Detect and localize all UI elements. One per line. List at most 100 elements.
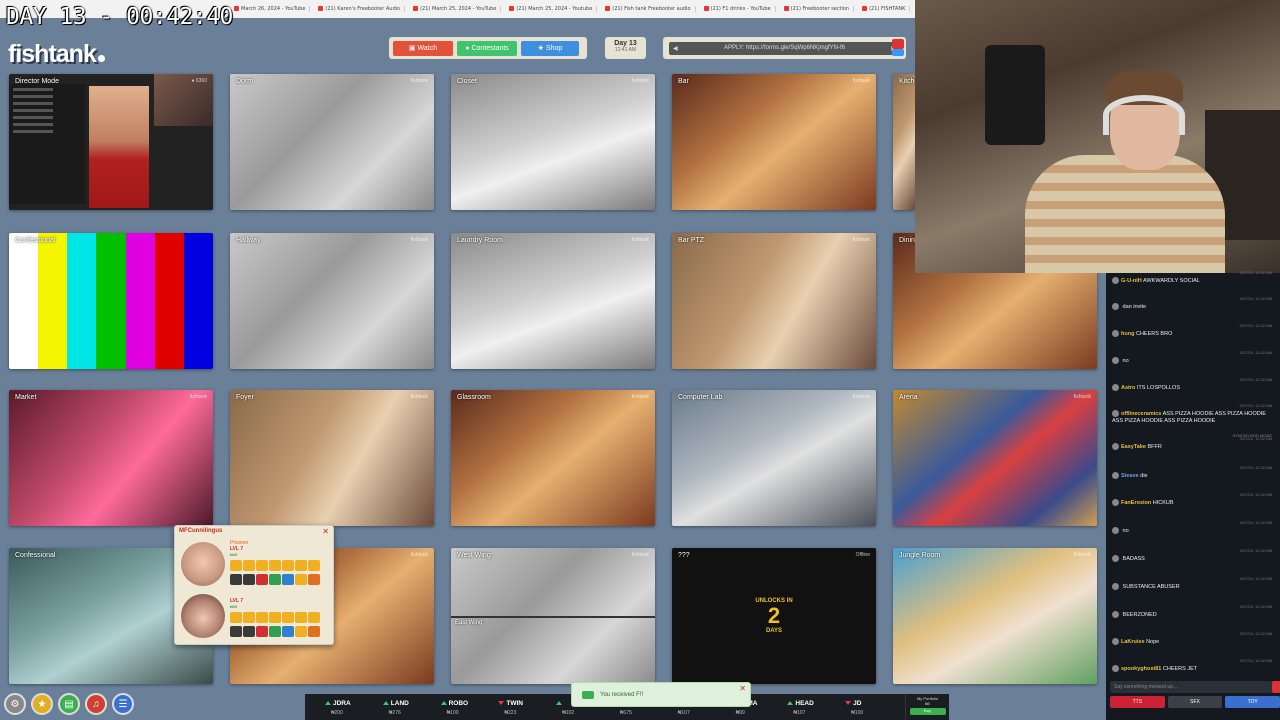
camera-feed[interactable]: ??? Offline UNLOCKS IN 2 DAYS (672, 548, 876, 684)
notification-badge[interactable] (892, 39, 904, 49)
chat-message[interactable]: EasyTake BFFR 3/27/24, 12:42 AM (1112, 436, 1272, 451)
camera-feed[interactable]: Director Mode ● 6360 (9, 74, 213, 210)
chat-message[interactable]: SUBSTANCE ABUSER 3/27/24, 12:42 AM (1112, 576, 1272, 591)
action-icon[interactable] (308, 626, 320, 637)
action-icon[interactable] (295, 612, 307, 623)
camera-feed[interactable]: Glassroom fishtank (451, 390, 655, 526)
stock-item[interactable]: HEAD ₦107 (787, 695, 847, 719)
apply-link[interactable]: ◀ APPLY: https://forms.gle/SqWp6NKjmgfYN… (669, 41, 900, 55)
action-icon[interactable] (230, 626, 242, 637)
chat-send-button[interactable] (1272, 681, 1280, 693)
camera-feed[interactable]: Closet fishtank (451, 74, 655, 210)
chat-username[interactable]: G-U-niH (1121, 278, 1142, 284)
action-icon[interactable] (230, 560, 242, 571)
camera-feed[interactable]: Confessional (9, 233, 213, 369)
sfx-button[interactable]: SFX (1167, 696, 1223, 708)
action-icon[interactable] (295, 560, 307, 571)
action-icon[interactable] (243, 612, 255, 623)
chat-message[interactable]: no 3/27/24, 12:42 AM (1112, 520, 1272, 535)
avatar[interactable] (181, 594, 225, 638)
contestant-row[interactable]: LVL 7 ₦58 (178, 590, 332, 642)
action-icon[interactable] (256, 626, 268, 637)
camera-feed[interactable]: Foyer fishtank (230, 390, 434, 526)
camera-feed[interactable]: Arena fishtank (893, 390, 1097, 526)
items-button[interactable]: ★ (31, 693, 53, 715)
chat-message[interactable]: BEERZONED 3/27/24, 12:42 AM (1112, 604, 1272, 619)
browser-tab[interactable]: (21) FISHTANK (858, 6, 911, 12)
camera-feed[interactable]: Laundry Room fishtank (451, 233, 655, 369)
action-icon[interactable] (282, 612, 294, 623)
chat-username[interactable]: FanErosion (1121, 500, 1151, 506)
chat-username[interactable]: Astro (1121, 385, 1135, 391)
chat-username[interactable]: offlineceramics (1121, 411, 1161, 417)
portfolio-buy-button[interactable]: Buy (909, 708, 946, 715)
camera-feed[interactable]: Market fishtank (9, 390, 213, 526)
chat-message[interactable]: spookyghost81 CHEERS JET 3/27/24, 12:42 A… (1112, 658, 1272, 673)
chat-message[interactable]: dan invite 3/27/24, 12:42 AM (1112, 296, 1272, 311)
chat-message[interactable]: FanErosion HICKUB 3/27/24, 12:42 AM (1112, 492, 1272, 507)
action-icon[interactable] (282, 560, 294, 571)
camera-feed[interactable]: Hallway fishtank (230, 233, 434, 369)
camera-feed[interactable]: Computer Lab fishtank (672, 390, 876, 526)
camera-feed[interactable]: Bar PTZ fishtank (672, 233, 876, 369)
action-icon[interactable] (243, 560, 255, 571)
action-icon[interactable] (243, 626, 255, 637)
toy-button[interactable]: TOY (1225, 696, 1280, 708)
browser-tab[interactable]: March 26, 2024 - YouTube (230, 6, 311, 12)
tts-button[interactable]: TTS (1110, 696, 1165, 708)
chat-message[interactable]: offlineceramics ASS PIZZA HOODIE ASS PIZ… (1112, 403, 1272, 425)
chat-message[interactable]: Steave die 3/27/24, 12:42 AM (1112, 465, 1272, 480)
stocks-button[interactable]: ▤ (58, 693, 80, 715)
stock-item[interactable]: JD ₦100 (845, 695, 905, 719)
prev-arrow-icon[interactable]: ◀ (673, 45, 678, 52)
browser-tab[interactable]: (21) Freebooter section (780, 6, 855, 12)
close-icon[interactable]: ✕ (739, 684, 746, 693)
camera-feed[interactable]: Bar fishtank (672, 74, 876, 210)
browser-tab[interactable]: (21) F1 drinks - YouTube (700, 6, 776, 12)
browser-tab[interactable]: (21) Fish tank Freebooter audio (601, 6, 696, 12)
action-icon[interactable] (256, 574, 268, 585)
action-icon[interactable] (269, 560, 281, 571)
action-icon[interactable] (282, 574, 294, 585)
browser-tab[interactable]: (21) March 25, 2024 - Youtube (505, 6, 598, 12)
browser-tab[interactable]: (21) March 25, 2024 - YouTube (409, 6, 502, 12)
chat-input[interactable]: Say something messed up... (1110, 681, 1272, 693)
camera-feed[interactable]: Kitchen (893, 74, 915, 210)
stock-item[interactable]: JDRA ₦200 (325, 695, 385, 719)
chat-message[interactable]: G-U-niH AWKWARDLY SOCIAL 3/27/24, 12:42 A… (1112, 270, 1272, 285)
chat-message[interactable]: Astro ITS LOSPOLLOS 3/27/24, 12:42 AM (1112, 377, 1272, 392)
action-icon[interactable] (230, 612, 242, 623)
action-icon[interactable] (282, 626, 294, 637)
action-icon[interactable] (308, 560, 320, 571)
camera-feed[interactable]: Dorm fishtank (230, 74, 434, 210)
action-icon[interactable] (295, 574, 307, 585)
action-icon[interactable] (269, 626, 281, 637)
camera-feed[interactable]: Jungle Room fishtank (893, 548, 1097, 684)
action-icon[interactable] (308, 612, 320, 623)
close-icon[interactable]: ✕ (322, 527, 329, 536)
settings-button[interactable]: ⚙ (4, 693, 26, 715)
chat-message[interactable]: no 3/27/24, 12:42 AM (1112, 350, 1272, 365)
action-icon[interactable] (256, 612, 268, 623)
browser-tab[interactable]: (21) Karen's Freebooter Audio (314, 6, 406, 12)
contestant-row[interactable]: Prisoner LVL 7 ₦48 (178, 538, 332, 590)
action-icon[interactable] (269, 612, 281, 623)
news-badge[interactable] (892, 49, 904, 56)
chat-message[interactable]: BADASS 3/27/24, 12:42 AM (1112, 548, 1272, 563)
action-icon[interactable] (230, 574, 242, 585)
avatar[interactable] (181, 542, 225, 586)
info-button[interactable]: ☰ (112, 693, 134, 715)
chat-username[interactable]: hung (1121, 331, 1134, 337)
stock-item[interactable]: TWIN ₦223 (498, 695, 558, 719)
chat-message[interactable]: LaKruise Nope 3/27/24, 12:42 AM (1112, 631, 1272, 646)
shop-button[interactable]: ★ Shop (521, 40, 579, 56)
chat-username[interactable]: LaKruise (1121, 639, 1145, 645)
stock-item[interactable]: ROBO ₦100 (440, 695, 501, 719)
action-icon[interactable] (256, 560, 268, 571)
sfx-round-button[interactable]: ♫ (85, 693, 107, 715)
chat-username[interactable]: EasyTake (1121, 444, 1146, 450)
camera-feed[interactable]: West Wing fishtank East Wing (451, 548, 655, 684)
action-icon[interactable] (308, 574, 320, 585)
stock-item[interactable]: LAND ₦276 (382, 695, 443, 719)
chat-message[interactable]: hung CHEERS BRO 3/27/24, 12:42 AM (1112, 323, 1272, 338)
